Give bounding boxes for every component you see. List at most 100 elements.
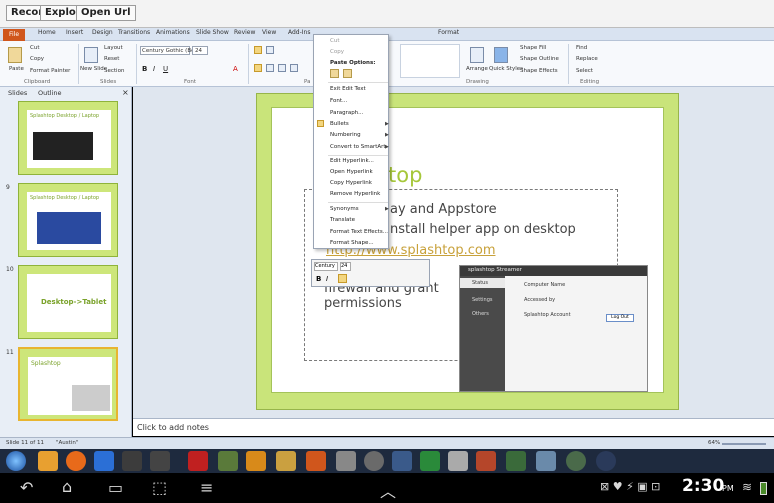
slide-thumbnail-8[interactable]: Splashtop Desktop / Laptop [18, 101, 118, 175]
font-color-button[interactable]: A [233, 65, 238, 73]
notes-pane[interactable]: Click to add notes [133, 418, 774, 436]
open-url-button[interactable]: Open Url [76, 5, 136, 21]
menu-paragraph[interactable]: Paragraph... [330, 110, 363, 116]
paste-text-only-icon[interactable] [343, 69, 352, 78]
dreamweaver-icon[interactable] [506, 451, 526, 471]
tab-slides[interactable]: Slides [8, 89, 27, 97]
ie-icon[interactable] [94, 451, 114, 471]
start-button-icon[interactable] [6, 451, 26, 471]
menu-translate[interactable]: Translate [330, 217, 355, 223]
italic-button[interactable]: I [153, 65, 155, 73]
app-icon[interactable] [448, 451, 468, 471]
screenshot-icon[interactable]: ⬚ [152, 478, 167, 497]
powerpoint-icon[interactable] [306, 451, 326, 471]
shapes-gallery[interactable] [400, 44, 460, 78]
bullets-icon[interactable] [254, 46, 262, 54]
arrange-icon[interactable] [470, 47, 484, 63]
tab-format[interactable]: Format [438, 29, 459, 36]
mini-align-left-icon[interactable] [338, 274, 347, 283]
excel-icon[interactable] [420, 451, 440, 471]
select-button[interactable]: Select [576, 68, 593, 74]
menu-remove-hyperlink[interactable]: Remove Hyperlink [330, 191, 380, 197]
slide-title[interactable]: top [388, 163, 422, 187]
menu-copy[interactable]: Copy [330, 49, 344, 55]
app-icon[interactable] [536, 451, 556, 471]
slide-thumbnail-10[interactable]: Desktop->Tablet [18, 265, 118, 339]
new-slide-icon[interactable] [84, 47, 98, 63]
menu-format-text-effects[interactable]: Format Text Effects... [330, 229, 388, 235]
firefox-icon[interactable] [66, 451, 86, 471]
tab-slide-show[interactable]: Slide Show [196, 29, 229, 36]
shape-effects-button[interactable]: Shape Effects [520, 68, 558, 74]
file-tab[interactable]: File [3, 29, 25, 41]
slide-thumbnail-11[interactable]: Splashtop [18, 347, 118, 421]
android-home-icon[interactable]: ⌂ [62, 477, 72, 496]
nav-status[interactable]: Status [472, 280, 488, 286]
paste-icon[interactable] [8, 47, 22, 63]
center-icon[interactable] [266, 64, 274, 72]
tab-insert[interactable]: Insert [66, 29, 83, 36]
app-icon[interactable] [218, 451, 238, 471]
tab-home[interactable]: Home [38, 29, 56, 36]
menu-cut[interactable]: Cut [330, 38, 339, 44]
app-icon[interactable] [392, 451, 412, 471]
logout-button[interactable]: Log Out [606, 314, 634, 322]
splashtop-screenshot[interactable]: splashtop Streamer Status Settings Other… [459, 265, 648, 392]
tab-animations[interactable]: Animations [156, 29, 190, 36]
align-left-icon[interactable] [254, 64, 262, 72]
clock[interactable]: 2:30 [682, 476, 724, 496]
font-size-box[interactable]: 24 [192, 46, 208, 55]
underline-button[interactable]: U [163, 65, 168, 73]
font-name-box[interactable]: Century Gothic (Be [140, 46, 195, 55]
layout-button[interactable]: Layout [104, 45, 123, 51]
chevron-up-icon[interactable]: ︿ [380, 478, 396, 502]
app-icon[interactable] [596, 451, 616, 471]
find-button[interactable]: Find [576, 45, 587, 51]
app-icon[interactable] [566, 451, 586, 471]
app-icon[interactable] [276, 451, 296, 471]
nav-settings[interactable]: Settings [472, 297, 493, 303]
mini-size-box[interactable]: 24 [340, 262, 351, 271]
slide-thumbnail-9[interactable]: Splashtop Desktop / Laptop [18, 183, 118, 257]
app-icon[interactable] [364, 451, 384, 471]
android-back-icon[interactable]: ↶ [20, 478, 33, 497]
tab-view[interactable]: View [262, 29, 276, 36]
cut-button[interactable]: Cut [30, 45, 39, 51]
justify-icon[interactable] [290, 64, 298, 72]
menu-convert-smartart[interactable]: Convert to SmartArt [330, 144, 386, 150]
slide-bullet-4[interactable]: permissions [324, 296, 402, 311]
align-right-icon[interactable] [278, 64, 286, 72]
arrange-button[interactable]: Arrange [466, 66, 488, 72]
menu-numbering[interactable]: Numbering [330, 132, 361, 138]
menu-synonyms[interactable]: Synonyms [330, 206, 359, 212]
bold-button[interactable]: B [142, 65, 147, 73]
reset-button[interactable]: Reset [104, 56, 119, 62]
tab-review[interactable]: Review [234, 29, 255, 36]
quick-styles-icon[interactable] [494, 47, 508, 63]
paste-keep-format-icon[interactable] [330, 69, 339, 78]
menu-bullets[interactable]: Bullets [330, 121, 349, 127]
photoshop-icon[interactable] [476, 451, 496, 471]
copy-button[interactable]: Copy [30, 56, 44, 62]
acrobat-icon[interactable] [188, 451, 208, 471]
explorer-icon[interactable] [38, 451, 58, 471]
notification-icon[interactable]: ⊠ ♥ ⚡ ▣ ⊡ [600, 480, 660, 493]
section-button[interactable]: Section [104, 68, 124, 74]
numbering-icon[interactable] [266, 46, 274, 54]
nav-others[interactable]: Others [472, 311, 489, 317]
zoom-slider[interactable] [722, 443, 766, 445]
quick-styles-button[interactable]: Quick Styles [489, 66, 523, 72]
format-painter-button[interactable]: Format Painter [30, 68, 70, 74]
menu-font[interactable]: Font... [330, 98, 347, 104]
zoom-level[interactable]: 64% [708, 440, 720, 446]
app-icon[interactable] [246, 451, 266, 471]
close-icon[interactable]: × [122, 88, 129, 97]
shape-outline-button[interactable]: Shape Outline [520, 56, 559, 62]
menu-copy-hyperlink[interactable]: Copy Hyperlink [330, 180, 372, 186]
slide-bullet-2[interactable]: nstall helper app on desktop [390, 222, 576, 237]
android-menu-icon[interactable]: ≡ [200, 478, 213, 497]
mini-bold-button[interactable]: B [316, 275, 321, 283]
tab-outline[interactable]: Outline [38, 89, 62, 97]
app-icon[interactable] [122, 451, 142, 471]
replace-button[interactable]: Replace [576, 56, 598, 62]
